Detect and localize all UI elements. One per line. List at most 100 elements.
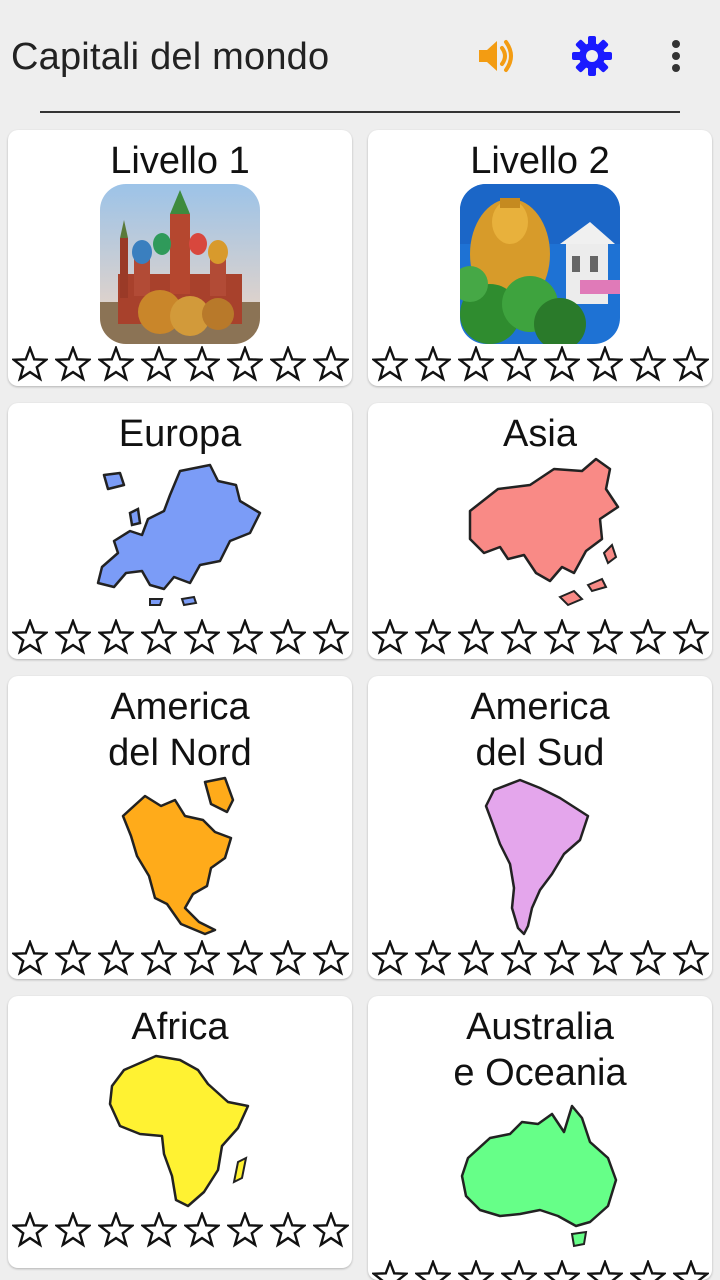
star-icon: [227, 940, 263, 976]
star-icon: [587, 619, 623, 655]
star-icon: [98, 940, 134, 976]
star-icon: [544, 346, 580, 382]
card-title: Livello 2: [470, 140, 610, 182]
star-icon: [313, 346, 349, 382]
star-rating: [8, 346, 352, 386]
star-icon: [141, 1212, 177, 1248]
star-rating: [8, 619, 352, 659]
card-title: Asia: [503, 413, 577, 455]
star-icon: [184, 940, 220, 976]
star-rating: [368, 1260, 712, 1280]
more-vert-icon: [672, 40, 680, 72]
star-icon: [372, 1260, 408, 1280]
star-icon: [630, 940, 666, 976]
star-rating: [368, 940, 712, 979]
star-icon: [630, 619, 666, 655]
star-icon: [55, 1212, 91, 1248]
overflow-menu-button[interactable]: [652, 32, 700, 80]
star-icon: [227, 1212, 263, 1248]
star-icon: [458, 619, 494, 655]
star-icon: [98, 346, 134, 382]
card-title: America del Nord: [108, 686, 252, 774]
star-icon: [501, 940, 537, 976]
golden-buddha-temple-photo: [368, 184, 712, 344]
card-title: Australia e Oceania: [453, 1006, 627, 1094]
app-bar: Capitali del mondo: [0, 0, 720, 112]
volume-up-icon: [479, 40, 513, 72]
star-icon: [673, 1260, 709, 1280]
moscow-cathedral-photo: [8, 184, 352, 344]
star-icon: [55, 940, 91, 976]
star-rating: [368, 619, 712, 659]
level-card-africa[interactable]: Africa: [8, 996, 352, 1268]
star-icon: [98, 619, 134, 655]
level-card-livello-2[interactable]: Livello 2: [368, 130, 712, 386]
africa-map: [8, 1050, 352, 1210]
level-card-america-sud[interactable]: America del Sud: [368, 676, 712, 979]
star-icon: [372, 940, 408, 976]
star-icon: [458, 346, 494, 382]
star-icon: [372, 346, 408, 382]
star-icon: [12, 940, 48, 976]
star-icon: [630, 346, 666, 382]
star-icon: [184, 619, 220, 655]
sound-button[interactable]: [472, 32, 520, 80]
star-icon: [458, 1260, 494, 1280]
star-icon: [673, 346, 709, 382]
star-icon: [12, 346, 48, 382]
star-icon: [184, 346, 220, 382]
star-rating: [368, 346, 712, 386]
south-america-map: [368, 778, 712, 938]
star-icon: [544, 940, 580, 976]
star-icon: [313, 1212, 349, 1248]
star-icon: [673, 940, 709, 976]
star-rating: [8, 1212, 352, 1252]
card-title: Europa: [118, 413, 242, 455]
asia-map: [368, 455, 712, 615]
star-icon: [544, 1260, 580, 1280]
star-icon: [587, 346, 623, 382]
star-icon: [12, 1212, 48, 1248]
level-card-america-nord[interactable]: America del Nord: [8, 676, 352, 979]
star-icon: [55, 619, 91, 655]
europe-map: [8, 461, 352, 611]
star-icon: [227, 346, 263, 382]
star-icon: [673, 619, 709, 655]
star-icon: [55, 346, 91, 382]
star-icon: [415, 940, 451, 976]
star-icon: [415, 346, 451, 382]
star-icon: [12, 619, 48, 655]
card-title: Africa: [131, 1006, 229, 1048]
star-icon: [270, 1212, 306, 1248]
star-icon: [141, 619, 177, 655]
star-rating: [8, 940, 352, 979]
star-icon: [458, 940, 494, 976]
australia-map: [368, 1102, 712, 1252]
star-icon: [141, 346, 177, 382]
star-icon: [98, 1212, 134, 1248]
star-icon: [372, 619, 408, 655]
star-icon: [227, 619, 263, 655]
star-icon: [501, 346, 537, 382]
star-icon: [501, 619, 537, 655]
star-icon: [270, 940, 306, 976]
settings-button[interactable]: [568, 32, 616, 80]
star-icon: [630, 1260, 666, 1280]
star-icon: [270, 346, 306, 382]
level-card-livello-1[interactable]: Livello 1: [8, 130, 352, 386]
star-icon: [544, 619, 580, 655]
north-america-map: [8, 776, 352, 936]
star-icon: [415, 619, 451, 655]
app-title: Capitali del mondo: [11, 36, 330, 78]
star-icon: [184, 1212, 220, 1248]
star-icon: [141, 940, 177, 976]
star-icon: [313, 619, 349, 655]
level-card-europa[interactable]: Europa: [8, 403, 352, 659]
star-icon: [270, 619, 306, 655]
star-icon: [313, 940, 349, 976]
level-card-australia[interactable]: Australia e Oceania: [368, 996, 712, 1280]
card-title: Livello 1: [110, 140, 250, 182]
star-icon: [501, 1260, 537, 1280]
card-title: America del Sud: [470, 686, 610, 774]
level-card-asia[interactable]: Asia: [368, 403, 712, 659]
